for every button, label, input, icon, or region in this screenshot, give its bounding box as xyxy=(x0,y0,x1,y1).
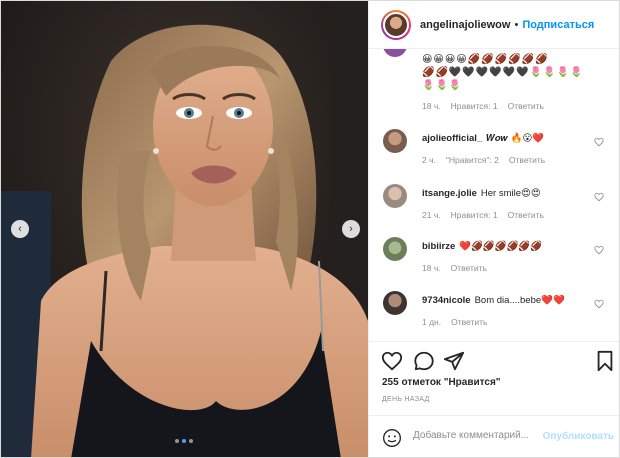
comment-like-heart-icon[interactable] xyxy=(594,245,604,255)
comment-text: ❤️🏈🏈🏈🏈🏈🏈 xyxy=(459,241,543,252)
comment-time[interactable]: 18 ч. xyxy=(422,101,441,111)
comment-likes[interactable]: "Нравится": 2 xyxy=(446,155,499,165)
chevron-right-icon: › xyxy=(349,223,353,235)
post-timestamp: ДЕНЬ НАЗАД xyxy=(382,396,430,403)
follow-button[interactable]: Подписаться xyxy=(522,19,594,31)
comment-reply-button[interactable]: Ответить xyxy=(451,317,487,327)
story-ring[interactable] xyxy=(381,9,411,40)
author-avatar[interactable] xyxy=(383,11,409,38)
post-photo[interactable]: ‹ › xyxy=(1,1,368,457)
comment-reply-button[interactable]: Ответить xyxy=(508,210,544,220)
carousel-dot xyxy=(189,439,193,443)
comment-time[interactable]: 21 ч. xyxy=(422,210,441,220)
comment-meta: 1 дн. Ответить xyxy=(422,317,487,327)
comment-avatar[interactable] xyxy=(383,184,407,208)
post-actions-bar xyxy=(369,341,619,377)
comment-body: 9734nicole Bom dia....bebe❤️❤️ xyxy=(422,295,565,306)
comment-like-heart-icon[interactable] xyxy=(594,137,604,147)
comment-reply-button[interactable]: Ответить xyxy=(451,263,487,273)
comment-text: Bom dia....bebe❤️❤️ xyxy=(474,295,565,306)
likes-count[interactable]: 255 отметок "Нравится" xyxy=(382,377,501,388)
comment-text: 𝑾𝒐𝒘 🔥😮❤️ xyxy=(486,133,545,144)
comment-meta: 21 ч. Нравится: 1 Ответить xyxy=(422,210,544,220)
emoji-icon[interactable] xyxy=(382,428,402,448)
comment-body: ajolieofficial_ 𝑾𝒐𝒘 🔥😮❤️ xyxy=(422,133,544,144)
comments-list[interactable]: 😀😀😀😀🏈🏈🏈🏈🏈🏈 🏈🏈🖤🖤🖤🖤🖤🖤🌷🌷🌷🌷 🌷🌷🌷 18 ч. Нравит… xyxy=(369,49,619,341)
comment-emojis-line: 😀😀😀😀🏈🏈🏈🏈🏈🏈 xyxy=(422,54,549,65)
comment-reply-button[interactable]: Ответить xyxy=(509,155,545,165)
comment-item: ajolieofficial_ 𝑾𝒐𝒘 🔥😮❤️ 2 ч. "Нравится":… xyxy=(369,127,619,173)
comment-like-heart-icon[interactable] xyxy=(594,192,604,202)
comment-username[interactable]: bibiirze xyxy=(422,241,455,252)
publish-button[interactable]: Опубликовать xyxy=(543,431,614,442)
comment-avatar[interactable] xyxy=(383,291,407,315)
comment-item: bibiirze ❤️🏈🏈🏈🏈🏈🏈 18 ч. Ответить xyxy=(369,235,619,281)
comment-reply-button[interactable]: Ответить xyxy=(508,101,544,111)
comment-body: bibiirze ❤️🏈🏈🏈🏈🏈🏈 xyxy=(422,241,542,252)
comment-time[interactable]: 18 ч. xyxy=(422,263,441,273)
comment-time[interactable]: 2 ч. xyxy=(422,155,436,165)
comment-emojis-line: 🌷🌷🌷 xyxy=(422,80,463,91)
header-separator: • xyxy=(514,18,519,31)
carousel-next-button[interactable]: › xyxy=(342,220,360,238)
comment-avatar[interactable] xyxy=(383,237,407,261)
comment-item: itsange.jolie Her smile😍😍 21 ч. Нравится:… xyxy=(369,182,619,228)
comment-like-heart-icon[interactable] xyxy=(594,299,604,309)
carousel-prev-button[interactable]: ‹ xyxy=(11,220,29,238)
comment-username[interactable]: ajolieofficial_ xyxy=(422,133,482,144)
comment-username[interactable]: itsange.jolie xyxy=(422,188,477,199)
comment-meta: 2 ч. "Нравится": 2 Ответить xyxy=(422,155,545,165)
comment-input[interactable] xyxy=(413,430,543,441)
carousel-dot-active xyxy=(182,439,186,443)
carousel-indicator xyxy=(175,439,193,443)
instagram-post-window: ‹ › angelinajoliewow • Подписаться 😀😀😀😀🏈… xyxy=(0,0,620,458)
bookmark-icon[interactable] xyxy=(594,350,616,372)
chevron-left-icon: ‹ xyxy=(18,223,22,235)
post-header: angelinajoliewow • Подписаться xyxy=(369,1,619,49)
comment-likes[interactable]: Нравится: 1 xyxy=(451,101,498,111)
post-sidebar: angelinajoliewow • Подписаться 😀😀😀😀🏈🏈🏈🏈🏈… xyxy=(368,1,619,457)
comment-emojis-line: 🏈🏈🖤🖤🖤🖤🖤🖤🌷🌷🌷🌷 xyxy=(422,67,584,78)
comment-meta: 18 ч. Нравится: 1 Ответить xyxy=(422,101,544,111)
comment-time[interactable]: 1 дн. xyxy=(422,317,441,327)
carousel-dot xyxy=(175,439,179,443)
comment-body: itsange.jolie Her smile😍😍 xyxy=(422,188,541,199)
comment-meta: 18 ч. Ответить xyxy=(422,263,487,273)
portrait-illustration xyxy=(1,1,368,457)
comment-likes[interactable]: Нравится: 1 xyxy=(451,210,498,220)
comment-avatar[interactable] xyxy=(383,129,407,153)
author-username[interactable]: angelinajoliewow xyxy=(420,19,510,31)
comment-avatar[interactable] xyxy=(383,49,407,57)
add-comment-bar: Опубликовать xyxy=(369,415,619,457)
comment-item: 9734nicole Bom dia....bebe❤️❤️ 1 дн. Отве… xyxy=(369,289,619,335)
comment-username[interactable]: 9734nicole xyxy=(422,295,471,306)
paper-plane-icon[interactable] xyxy=(443,350,465,372)
speech-bubble-icon[interactable] xyxy=(413,350,435,372)
heart-outline-icon[interactable] xyxy=(381,350,403,372)
comment-text: Her smile😍😍 xyxy=(480,188,541,199)
